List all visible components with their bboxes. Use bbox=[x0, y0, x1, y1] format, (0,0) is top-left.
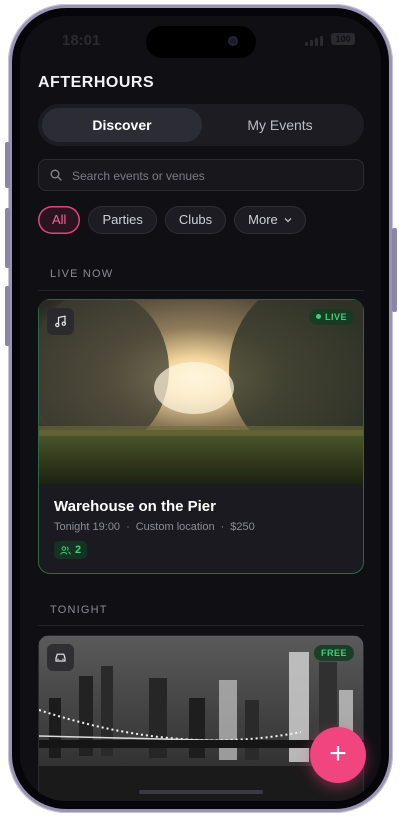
live-badge: LIVE bbox=[308, 309, 354, 325]
filter-parties[interactable]: Parties bbox=[88, 206, 157, 234]
event-photo-city-bridge bbox=[39, 636, 363, 801]
section-tonight: TONIGHT bbox=[50, 604, 108, 616]
signal-icon bbox=[305, 36, 323, 46]
power-button bbox=[392, 228, 397, 312]
app-title: AFTERHOURS bbox=[38, 74, 155, 91]
free-badge: FREE bbox=[313, 645, 354, 661]
live-dot-icon bbox=[315, 314, 321, 319]
filter-more-label: More bbox=[248, 212, 278, 227]
event-meta: Tonight 19:00 · Custom location · $250 bbox=[54, 521, 255, 533]
tab-switcher: Discover My Events bbox=[38, 104, 364, 146]
filter-all[interactable]: All bbox=[38, 206, 81, 234]
home-indicator bbox=[139, 790, 263, 794]
attendee-count: 2 bbox=[54, 541, 88, 559]
filter-all-label: All bbox=[52, 212, 67, 227]
event-price: $250 bbox=[230, 521, 255, 533]
volume-up-button bbox=[5, 208, 10, 268]
event-location: Custom location bbox=[135, 521, 215, 533]
camera-icon bbox=[228, 36, 238, 46]
event-card-tonight[interactable]: FREE bbox=[38, 635, 364, 801]
chevron-down-icon bbox=[284, 218, 292, 223]
live-badge-label: LIVE bbox=[324, 312, 347, 322]
add-event-button[interactable]: + bbox=[310, 727, 366, 783]
event-time: Tonight 19:00 bbox=[54, 521, 121, 533]
event-title: Warehouse on the Pier bbox=[54, 498, 216, 515]
car-icon bbox=[47, 644, 74, 671]
filter-chips: All Parties Clubs More bbox=[38, 206, 306, 234]
search-icon bbox=[50, 169, 62, 181]
attendee-count-value: 2 bbox=[75, 544, 82, 556]
search-input[interactable] bbox=[70, 159, 354, 193]
event-photo-sunset bbox=[39, 300, 363, 484]
status-bar: 18:01 100 bbox=[20, 26, 381, 58]
event-card-live[interactable]: LIVE Warehouse on the Pier Tonight 19:00… bbox=[38, 299, 364, 574]
search-bar bbox=[38, 159, 364, 193]
filter-more[interactable]: More bbox=[234, 206, 306, 234]
dynamic-island bbox=[146, 26, 256, 58]
filter-clubs-label: Clubs bbox=[178, 212, 213, 227]
status-time: 18:01 bbox=[62, 32, 101, 49]
tab-my-events[interactable]: My Events bbox=[200, 108, 360, 142]
battery-icon: 100 bbox=[331, 33, 355, 45]
section-divider bbox=[38, 625, 364, 626]
side-button bbox=[5, 142, 10, 188]
music-note-icon bbox=[47, 308, 74, 335]
users-icon bbox=[60, 545, 71, 555]
section-live-now: LIVE NOW bbox=[50, 268, 114, 280]
volume-down-button bbox=[5, 286, 10, 346]
section-divider bbox=[38, 290, 364, 291]
tab-discover[interactable]: Discover bbox=[42, 108, 202, 142]
app-screen: 18:01 100 AFTERHOURS Discover My Events … bbox=[20, 16, 381, 801]
filter-clubs[interactable]: Clubs bbox=[164, 206, 227, 234]
filter-parties-label: Parties bbox=[102, 212, 143, 227]
